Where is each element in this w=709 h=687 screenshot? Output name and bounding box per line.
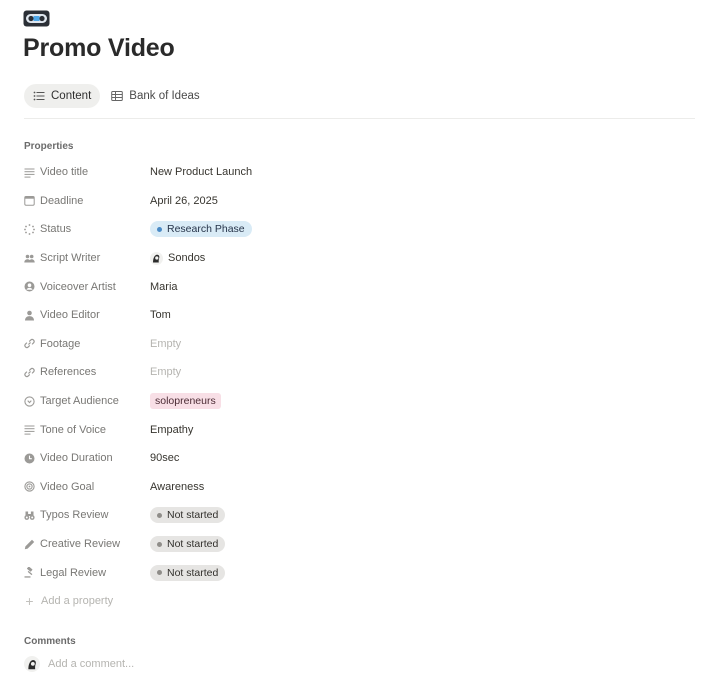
property-name[interactable]: Video Goal	[24, 481, 150, 493]
plus-icon: +	[25, 592, 34, 609]
select-circle-icon	[24, 395, 35, 407]
property-value[interactable]: Empathy	[150, 424, 193, 436]
status-icon	[24, 224, 35, 235]
table-icon	[111, 91, 124, 101]
pencil-icon	[24, 539, 35, 550]
property-row-script-writer[interactable]: Script Writer Sondos	[24, 244, 684, 273]
property-row-tone-of-voice[interactable]: Tone of Voice Empathy	[24, 415, 684, 444]
property-value[interactable]: Not started	[150, 507, 226, 524]
property-value-empty[interactable]: Empty	[150, 338, 181, 350]
property-name[interactable]: Video Duration	[24, 452, 150, 464]
clock-icon	[24, 453, 35, 464]
property-name[interactable]: Footage	[24, 338, 150, 350]
tag[interactable]: solopreneurs	[150, 393, 221, 410]
property-row-voiceover-artist[interactable]: Voiceover Artist Maria	[24, 272, 684, 301]
properties-list: Video title New Product Launch Deadline …	[24, 158, 684, 615]
property-value[interactable]: Not started	[150, 536, 226, 553]
property-row-footage[interactable]: Footage Empty	[24, 330, 684, 359]
property-row-creative-review[interactable]: Creative Review Not started	[24, 530, 684, 559]
status-dot	[157, 541, 162, 547]
property-name[interactable]: Deadline	[24, 195, 150, 207]
property-row-deadline[interactable]: Deadline April 26, 2025	[24, 187, 684, 216]
property-value[interactable]: New Product Launch	[150, 166, 252, 178]
avatar	[24, 656, 40, 672]
tab-bank-of-ideas[interactable]: Bank of Ideas	[102, 84, 208, 108]
property-name[interactable]: Video title	[24, 166, 150, 178]
avatar	[150, 251, 163, 265]
property-row-target-audience[interactable]: Target Audience solopreneurs	[24, 387, 684, 416]
property-name[interactable]: Voiceover Artist	[24, 281, 150, 293]
property-value[interactable]: Awareness	[150, 481, 204, 493]
property-value[interactable]: 90sec	[150, 452, 179, 464]
property-value[interactable]: Tom	[150, 309, 171, 321]
tab-label: Content	[51, 90, 92, 102]
status-badge[interactable]: Research Phase	[150, 221, 252, 238]
status-dot	[157, 512, 162, 518]
property-row-video-duration[interactable]: Video Duration 90sec	[24, 444, 684, 473]
view-tabs: Content Bank of Ideas	[24, 84, 209, 108]
property-name[interactable]: Target Audience	[24, 395, 150, 407]
binoculars-icon	[24, 510, 35, 521]
property-name[interactable]: Script Writer	[24, 252, 150, 264]
property-value[interactable]: Research Phase	[150, 221, 252, 238]
property-row-video-title[interactable]: Video title New Product Launch	[24, 158, 684, 187]
property-value[interactable]: Sondos	[150, 251, 205, 265]
tab-content[interactable]: Content	[24, 84, 101, 108]
status-badge[interactable]: Not started	[150, 507, 226, 524]
text-lines-icon	[24, 424, 35, 435]
property-row-video-goal[interactable]: Video Goal Awareness	[24, 473, 684, 502]
status-dot	[157, 570, 162, 576]
tab-label: Bank of Ideas	[129, 90, 200, 102]
property-value-empty[interactable]: Empty	[150, 366, 181, 378]
property-name[interactable]: Typos Review	[24, 509, 150, 521]
target-icon	[24, 481, 35, 492]
status-dot	[157, 226, 162, 232]
property-row-typos-review[interactable]: Typos Review Not started	[24, 501, 684, 530]
text-lines-icon	[24, 167, 35, 178]
videocassette-icon[interactable]	[23, 10, 50, 27]
property-value[interactable]: Maria	[150, 281, 178, 293]
property-row-legal-review[interactable]: Legal Review Not started	[24, 558, 684, 587]
divider	[24, 118, 695, 119]
list-icon	[33, 91, 45, 101]
user-circle-icon	[24, 281, 35, 292]
link-icon	[24, 367, 35, 378]
comment-composer[interactable]: Add a comment...	[24, 656, 134, 672]
property-value[interactable]: Not started	[150, 564, 226, 581]
property-row-video-editor[interactable]: Video Editor Tom	[24, 301, 684, 330]
property-value[interactable]: solopreneurs	[150, 393, 221, 410]
property-name[interactable]: Video Editor	[24, 309, 150, 321]
property-name[interactable]: Tone of Voice	[24, 424, 150, 436]
property-name[interactable]: Legal Review	[24, 567, 150, 579]
add-property-button[interactable]: + Add a property	[24, 587, 684, 615]
people-icon	[24, 253, 35, 264]
page-title[interactable]: Promo Video	[23, 34, 175, 63]
comment-input[interactable]: Add a comment...	[48, 658, 134, 670]
person-icon	[24, 310, 35, 321]
comments-heading: Comments	[24, 636, 76, 647]
property-name[interactable]: References	[24, 366, 150, 378]
link-icon	[24, 338, 35, 349]
calendar-icon	[24, 195, 35, 207]
property-value[interactable]: April 26, 2025	[150, 195, 218, 207]
gavel-icon	[24, 567, 35, 578]
property-row-status[interactable]: Status Research Phase	[24, 215, 684, 244]
property-row-references[interactable]: References Empty	[24, 358, 684, 387]
properties-heading: Properties	[24, 141, 74, 152]
status-badge[interactable]: Not started	[150, 536, 226, 553]
status-badge[interactable]: Not started	[150, 564, 226, 581]
property-name[interactable]: Creative Review	[24, 538, 150, 550]
property-name[interactable]: Status	[24, 223, 150, 235]
